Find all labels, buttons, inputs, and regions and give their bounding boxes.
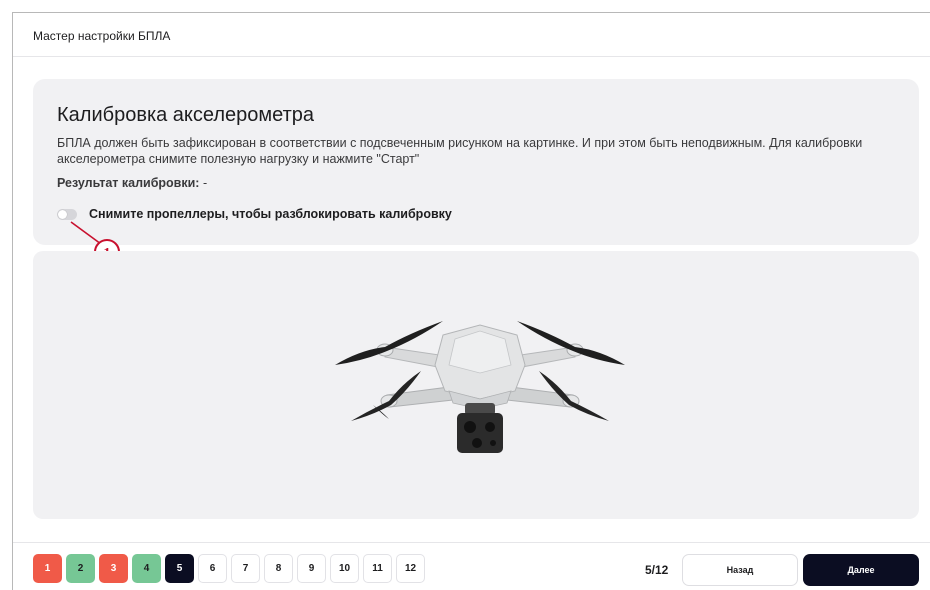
header: Мастер настройки БПЛА: [13, 13, 930, 57]
step-7[interactable]: 7: [231, 554, 260, 583]
footer: 1 2 3 4 5 6 7 8 9 10 11 12 5/12 Назад Далее: [13, 542, 930, 590]
toggle-knob: [58, 209, 67, 219]
calibration-result: Результат калибровки: -: [57, 176, 207, 190]
calibration-title: Калибровка акселерометра: [57, 104, 315, 126]
step-5[interactable]: 5: [165, 554, 194, 583]
page-title: Мастер настройки БПЛА: [33, 29, 171, 43]
next-button[interactable]: Далее: [803, 554, 919, 586]
drone-image-card: [33, 251, 919, 519]
step-1[interactable]: 1: [33, 554, 62, 583]
calibration-result-label: Результат калибровки:: [57, 176, 200, 190]
propeller-toggle[interactable]: [57, 208, 77, 220]
step-12[interactable]: 12: [396, 554, 425, 583]
propeller-toggle-label: Снимите пропеллеры, чтобы разблокировать…: [89, 207, 452, 221]
back-button[interactable]: Назад: [682, 554, 798, 586]
step-9[interactable]: 9: [297, 554, 326, 583]
app-window: Мастер настройки БПЛА Калибровка акселер…: [12, 12, 930, 590]
propeller-toggle-row: Снимите пропеллеры, чтобы разблокировать…: [57, 205, 452, 223]
step-11[interactable]: 11: [363, 554, 392, 583]
step-2[interactable]: 2: [66, 554, 95, 583]
calibration-result-value: -: [202, 176, 208, 190]
step-3[interactable]: 3: [99, 554, 128, 583]
step-8[interactable]: 8: [264, 554, 293, 583]
step-10[interactable]: 10: [330, 554, 359, 583]
step-navigator: 1 2 3 4 5 6 7 8 9 10 11 12: [33, 554, 429, 583]
drone-image: [335, 321, 625, 453]
calibration-card: Калибровка акселерометра БПЛА должен быт…: [33, 79, 919, 245]
step-6[interactable]: 6: [198, 554, 227, 583]
calibration-description: БПЛА должен быть зафиксирован в соответс…: [57, 136, 863, 166]
step-4[interactable]: 4: [132, 554, 161, 583]
page-counter: 5/12: [645, 563, 669, 577]
